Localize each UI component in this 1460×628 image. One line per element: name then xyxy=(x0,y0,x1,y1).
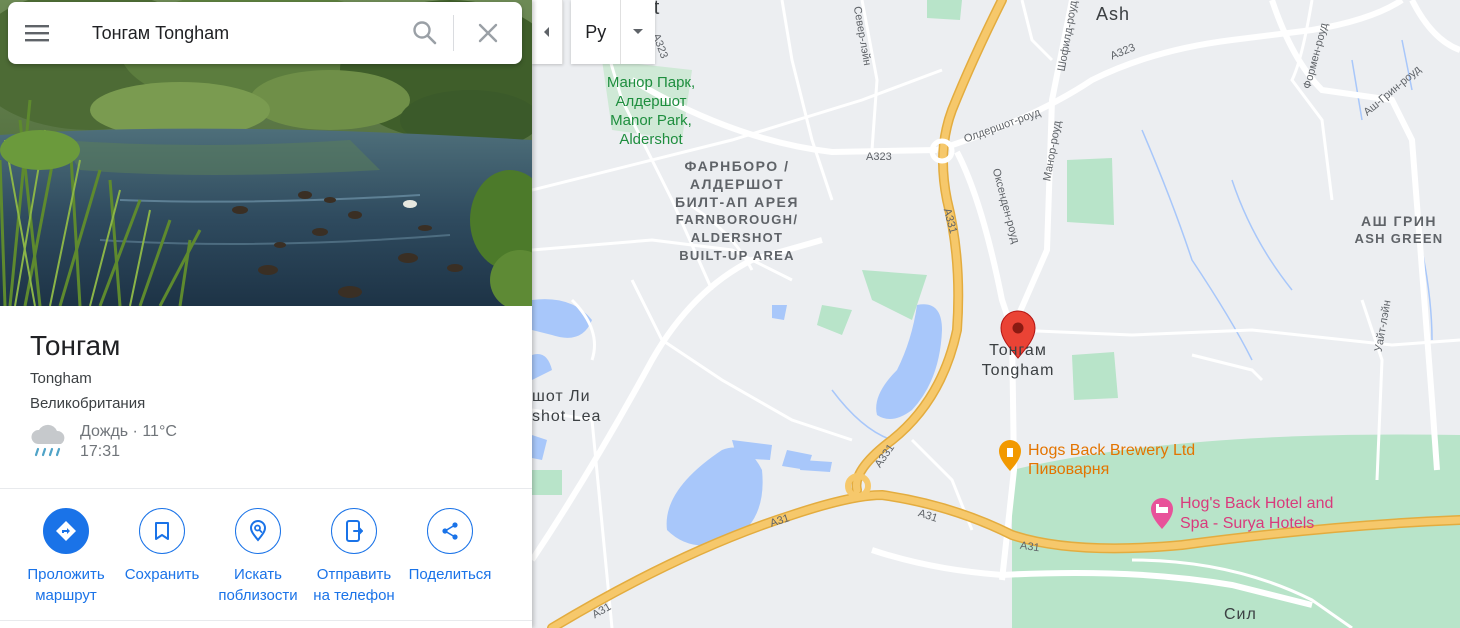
send-to-phone-icon xyxy=(346,520,363,542)
brewery-category: Пивоварня xyxy=(1028,461,1110,478)
lake xyxy=(532,354,552,380)
search-button[interactable] xyxy=(397,2,453,64)
tongham-map-label[interactable]: Тонгам Tongham xyxy=(968,341,1068,381)
weather-condition: Дождь · 11°C xyxy=(80,423,177,440)
nearby-button[interactable]: Искать поблизости xyxy=(210,508,306,606)
section-divider xyxy=(0,488,532,489)
park-area xyxy=(1072,352,1118,400)
ash-green-label: АШ ГРИН ASH GREEN xyxy=(1354,212,1444,248)
clear-search-button[interactable] xyxy=(454,2,522,64)
road-label-a31: A31 xyxy=(1019,539,1041,555)
language-dropdown-button[interactable] xyxy=(620,0,655,64)
bookmark-icon xyxy=(155,522,169,540)
pond xyxy=(532,435,547,460)
share-label: Поделиться xyxy=(408,566,492,583)
hamburger-menu-icon xyxy=(25,25,49,42)
shot-lea-label: шот Ли shot Lea xyxy=(532,387,601,427)
search-icon xyxy=(413,21,437,45)
place-subtitle: Tongham xyxy=(30,370,92,387)
sil-label: Сил xyxy=(1224,606,1257,623)
weather-time: 17:31 xyxy=(80,443,121,460)
place-title: Тонгам xyxy=(30,330,121,361)
nearby-label: Искать поблизости xyxy=(218,566,298,604)
section-divider xyxy=(0,620,532,621)
park-area xyxy=(817,305,852,335)
brewery-name: Hogs Back Brewery Ltd xyxy=(1028,442,1196,459)
farnborough-name-en: FARNBOROUGH/ ALDERSHOT BUILT-UP AREA xyxy=(675,212,799,263)
search-input[interactable] xyxy=(66,13,397,53)
directions-circle xyxy=(43,508,89,554)
action-buttons: Проложить маршрут Сохранить Искать побли… xyxy=(18,508,498,606)
manor-park-label[interactable]: Манор Парк, Алдершот Manor Park, Aldersh… xyxy=(596,73,706,149)
farnborough-area-label: ФАРНБОРО / АЛДЕРШОТ БИЛТ-АП АРЕЯ FARNBOR… xyxy=(662,157,812,265)
save-button[interactable]: Сохранить xyxy=(114,508,210,606)
save-label: Сохранить xyxy=(124,566,200,583)
share-button[interactable]: Поделиться xyxy=(402,508,498,606)
shot-lea-name-ru: шот Ли xyxy=(532,388,591,405)
save-circle xyxy=(139,508,185,554)
place-country: Великобритания xyxy=(30,395,146,412)
search-box xyxy=(8,2,522,64)
caret-left-icon xyxy=(544,27,549,37)
directions-label: Проложить маршрут xyxy=(27,566,105,604)
language-selector[interactable]: Ру xyxy=(571,0,655,64)
map-canvas[interactable]: shot Ash Манор Парк, Алдершот Manor Park… xyxy=(532,0,1460,628)
park-area xyxy=(532,470,562,495)
send-to-phone-label: Отправить на телефон xyxy=(313,566,395,604)
park-area xyxy=(1067,158,1114,225)
brewery-poi-icon[interactable] xyxy=(999,440,1021,471)
park-area xyxy=(927,0,962,20)
brewery-label[interactable]: Hogs Back Brewery Ltd Пивоварня xyxy=(1028,441,1195,479)
hotel-label[interactable]: Hog's Back Hotel and Spa - Surya Hotels xyxy=(1180,494,1333,534)
tongham-name-en: Tongham xyxy=(981,362,1055,379)
pond xyxy=(800,460,832,472)
tongham-name-ru: Тонгам xyxy=(989,342,1047,359)
manor-park-name-ru: Манор Парк, Алдершот xyxy=(606,74,696,110)
lake xyxy=(532,299,592,338)
language-label: Ру xyxy=(585,21,607,42)
shot-lea-name-en: shot Lea xyxy=(532,408,602,425)
rain-cloud-icon xyxy=(31,424,65,457)
nearby-icon xyxy=(249,520,267,542)
directions-icon xyxy=(56,521,76,541)
place-panel: Тонгам Tongham Великобритания Дождь · 11… xyxy=(0,0,532,628)
pond xyxy=(732,440,772,460)
farnborough-name-ru: ФАРНБОРО / АЛДЕРШОТ БИЛТ-АП АРЕЯ xyxy=(675,158,799,210)
nearby-circle xyxy=(235,508,281,554)
road-label-a323: A323 xyxy=(866,151,892,163)
caret-down-icon xyxy=(633,29,644,34)
map-controls: Ру xyxy=(532,0,655,64)
ash-green-name-ru: АШ ГРИН xyxy=(1360,213,1437,229)
share-circle xyxy=(427,508,473,554)
ash-green-name-en: ASH GREEN xyxy=(1354,231,1444,246)
directions-button[interactable]: Проложить маршрут xyxy=(18,508,114,606)
pond xyxy=(772,305,787,320)
share-icon xyxy=(442,522,458,540)
menu-button[interactable] xyxy=(8,2,66,64)
manor-park-name-en: Manor Park, Aldershot xyxy=(610,112,692,148)
collapse-panel-button[interactable] xyxy=(532,0,563,64)
send-to-phone-circle xyxy=(331,508,377,554)
weather-info: Дождь · 11°C 17:31 xyxy=(30,422,177,462)
send-to-phone-button[interactable]: Отправить на телефон xyxy=(306,508,402,606)
close-icon xyxy=(478,23,498,43)
ash-label: Ash xyxy=(1096,4,1131,24)
